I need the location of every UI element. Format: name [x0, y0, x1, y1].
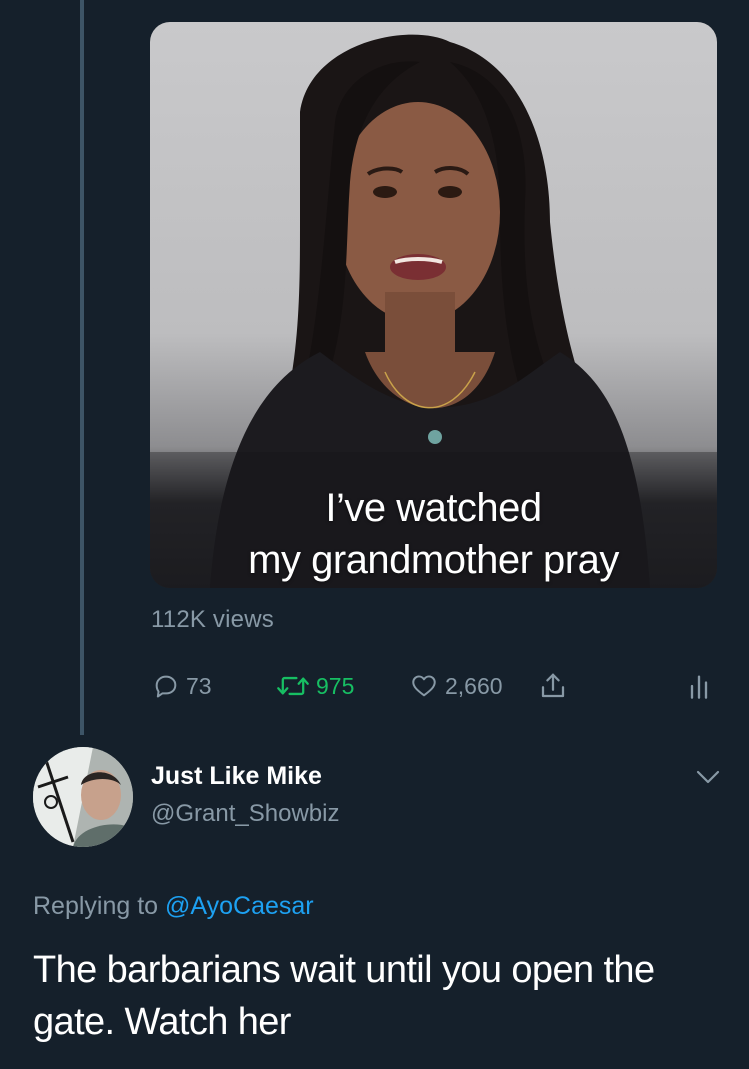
author-name[interactable]: Just Like Mike	[151, 762, 322, 791]
share-button[interactable]	[538, 666, 568, 706]
video-media-card[interactable]: I’ve watched my grandmother pray	[150, 22, 717, 588]
video-caption-line-1: I’ve watched	[325, 486, 542, 530]
more-options-button[interactable]	[694, 767, 722, 792]
tweet-body-text: The barbarians wait until you open the g…	[33, 949, 655, 1043]
retweet-button[interactable]: 975	[276, 666, 354, 706]
replying-to-mention-link[interactable]: @AyoCaesar	[165, 892, 314, 920]
analytics-icon	[690, 675, 708, 699]
replying-to-line: Replying to @AyoCaesar	[33, 892, 314, 921]
retweet-count: 975	[316, 672, 355, 699]
like-count: 2,660	[445, 672, 503, 699]
avatar-image	[33, 747, 133, 847]
avatar[interactable]	[33, 747, 133, 847]
view-count: 112K views	[151, 606, 274, 633]
thread-connector-line	[80, 0, 84, 735]
like-button[interactable]: 2,660	[409, 666, 503, 706]
share-icon	[541, 673, 565, 698]
heart-icon	[412, 675, 436, 697]
video-caption-line-2: my grandmother pray	[248, 538, 619, 582]
reply-icon	[155, 675, 177, 698]
chevron-down-icon	[696, 770, 720, 784]
reply-button[interactable]: 73	[152, 666, 212, 706]
analytics-button[interactable]	[686, 666, 712, 706]
replying-to-prefix: Replying to	[33, 892, 166, 920]
retweet-icon	[277, 676, 309, 696]
tweet-thread-view: I’ve watched my grandmother pray 112K vi…	[0, 0, 749, 1069]
reply-count: 73	[186, 672, 212, 699]
author-handle[interactable]: @Grant_Showbiz	[151, 800, 339, 828]
